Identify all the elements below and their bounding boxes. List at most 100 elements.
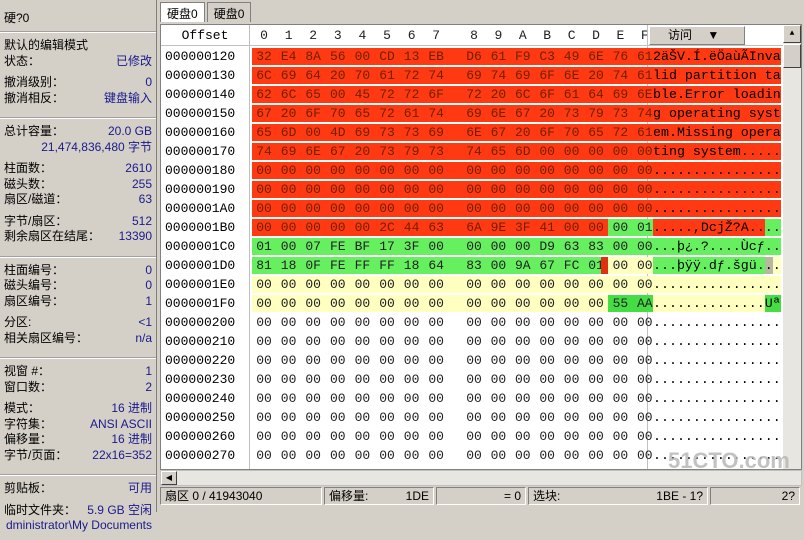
hex-byte[interactable]: 00: [327, 276, 349, 293]
hex-byte[interactable]: 69: [351, 124, 373, 141]
hex-byte[interactable]: 00: [463, 390, 485, 407]
hex-byte[interactable]: 6E: [302, 143, 324, 160]
hex-byte[interactable]: 6F: [536, 86, 558, 103]
hex-byte[interactable]: 70: [351, 67, 373, 84]
hex-byte[interactable]: 00: [327, 371, 349, 388]
hex-byte[interactable]: 00: [425, 276, 447, 293]
hex-byte[interactable]: 6F: [302, 105, 324, 122]
hex-byte[interactable]: E4: [278, 48, 300, 65]
hex-byte[interactable]: 00: [278, 181, 300, 198]
hex-byte[interactable]: 00: [302, 428, 324, 445]
hex-byte[interactable]: 00: [512, 409, 534, 426]
hex-byte[interactable]: 00: [463, 352, 485, 369]
hex-byte[interactable]: 00: [302, 162, 324, 179]
tab-disk[interactable]: 硬盘0: [160, 2, 205, 22]
hex-byte[interactable]: 00: [253, 295, 275, 312]
hex-byte[interactable]: 67: [253, 105, 275, 122]
hex-byte[interactable]: 00: [351, 48, 373, 65]
hex-byte[interactable]: 00: [376, 428, 398, 445]
hex-byte[interactable]: 00: [327, 181, 349, 198]
hex-byte[interactable]: 00: [512, 371, 534, 388]
vertical-scrollbar[interactable]: ▲: [783, 25, 801, 469]
hex-byte[interactable]: 00: [463, 181, 485, 198]
hex-byte[interactable]: 00: [585, 371, 607, 388]
hex-byte[interactable]: 00: [585, 143, 607, 160]
hex-byte[interactable]: 00: [487, 428, 509, 445]
hex-byte[interactable]: 00: [401, 390, 423, 407]
hex-byte[interactable]: 00: [278, 428, 300, 445]
ascii-text[interactable]: ................: [653, 162, 781, 179]
hex-byte[interactable]: 00: [487, 276, 509, 293]
hex-byte[interactable]: 00: [512, 428, 534, 445]
hex-byte[interactable]: 00: [585, 409, 607, 426]
ascii-text[interactable]: ................: [653, 352, 781, 369]
scroll-thumb[interactable]: [783, 44, 801, 68]
ascii-text[interactable]: ...þÿÿ.dƒ.šgü...: [653, 257, 781, 274]
hex-byte[interactable]: 00: [463, 295, 485, 312]
hex-byte[interactable]: 20: [512, 124, 534, 141]
hex-byte[interactable]: 70: [561, 124, 583, 141]
hex-byte[interactable]: 72: [376, 105, 398, 122]
hex-byte[interactable]: 00: [327, 428, 349, 445]
hex-byte[interactable]: F9: [512, 48, 534, 65]
hex-byte[interactable]: 00: [401, 352, 423, 369]
hex-byte[interactable]: 00: [487, 162, 509, 179]
hex-byte[interactable]: 00: [536, 390, 558, 407]
hex-byte[interactable]: 00: [278, 219, 300, 236]
hex-byte[interactable]: 00: [401, 333, 423, 350]
hex-byte[interactable]: 73: [609, 105, 631, 122]
ascii-text[interactable]: ................: [653, 200, 781, 217]
hex-byte[interactable]: 63: [561, 238, 583, 255]
hex-byte[interactable]: 00: [302, 333, 324, 350]
hex-byte[interactable]: 3F: [512, 219, 534, 236]
hex-byte[interactable]: 00: [561, 447, 583, 464]
hex-byte[interactable]: 69: [609, 86, 631, 103]
hex-byte[interactable]: 00: [487, 314, 509, 331]
hex-byte[interactable]: 00: [463, 428, 485, 445]
hex-byte[interactable]: 00: [463, 162, 485, 179]
hex-byte[interactable]: 00: [463, 333, 485, 350]
hex-byte[interactable]: 00: [536, 447, 558, 464]
hex-byte[interactable]: 00: [425, 371, 447, 388]
hex-byte[interactable]: 00: [609, 447, 631, 464]
hex-byte[interactable]: 74: [253, 143, 275, 160]
ascii-text[interactable]: ................: [653, 276, 781, 293]
hex-byte[interactable]: 6F: [536, 124, 558, 141]
hex-byte[interactable]: 00: [401, 371, 423, 388]
hex-byte[interactable]: 00: [585, 314, 607, 331]
hex-byte[interactable]: 00: [376, 314, 398, 331]
hex-byte[interactable]: 00: [609, 390, 631, 407]
hex-byte[interactable]: 00: [376, 447, 398, 464]
hex-byte[interactable]: 00: [463, 238, 485, 255]
hex-byte[interactable]: 00: [609, 143, 631, 160]
hex-byte[interactable]: 00: [425, 447, 447, 464]
hex-byte[interactable]: 00: [487, 200, 509, 217]
hex-byte[interactable]: 00: [561, 333, 583, 350]
hex-byte[interactable]: EB: [425, 48, 447, 65]
hex-byte[interactable]: 79: [585, 105, 607, 122]
hex-byte[interactable]: 6C: [512, 86, 534, 103]
hex-byte[interactable]: 67: [536, 257, 558, 274]
hex-byte[interactable]: 00: [561, 276, 583, 293]
hex-byte[interactable]: 00: [253, 276, 275, 293]
hex-byte[interactable]: 00: [278, 200, 300, 217]
hex-byte[interactable]: 6E: [585, 48, 607, 65]
ascii-text[interactable]: ................: [653, 390, 781, 407]
hex-byte[interactable]: 00: [351, 219, 373, 236]
hex-byte[interactable]: 00: [327, 352, 349, 369]
ascii-text[interactable]: 2äŠV.Í.ëÖaùÃInva: [653, 48, 781, 65]
hex-byte[interactable]: 00: [278, 333, 300, 350]
hex-byte[interactable]: FC: [561, 257, 583, 274]
hex-byte[interactable]: 00: [351, 390, 373, 407]
hex-byte[interactable]: 00: [327, 200, 349, 217]
hex-byte[interactable]: 83: [585, 238, 607, 255]
hex-byte[interactable]: 74: [463, 143, 485, 160]
tab-disk[interactable]: 硬盘0: [206, 2, 252, 22]
hex-byte[interactable]: 00: [302, 447, 324, 464]
hex-byte[interactable]: 00: [278, 409, 300, 426]
hex-byte[interactable]: 00: [327, 86, 349, 103]
hex-byte[interactable]: 18: [278, 257, 300, 274]
hex-byte[interactable]: 00: [253, 181, 275, 198]
hex-byte[interactable]: 73: [401, 124, 423, 141]
hex-byte[interactable]: 00: [536, 276, 558, 293]
